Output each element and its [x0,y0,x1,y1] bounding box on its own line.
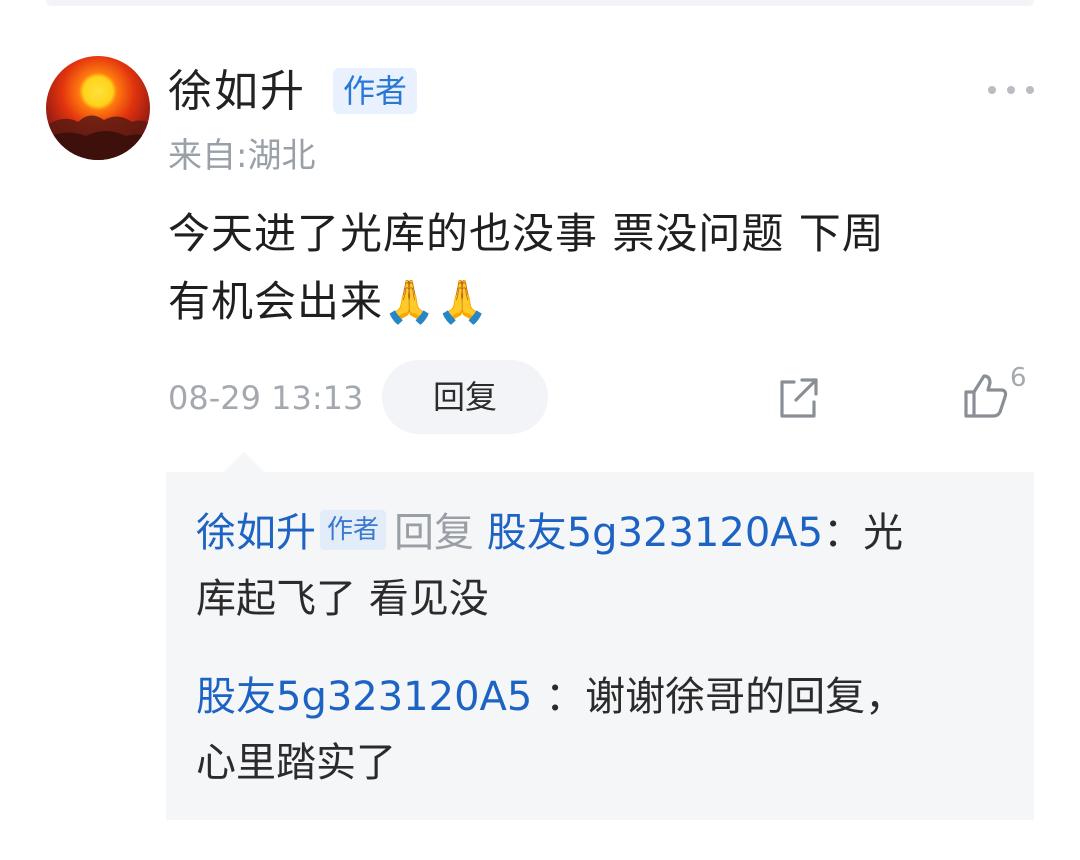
sunset-avatar-icon [46,115,150,160]
reply-target[interactable]: 股友5g323120A5 [487,510,823,556]
comment-timestamp: 08-29 13:13 [168,379,364,417]
reply-separator: ： [823,510,864,556]
reply-box-pointer [224,452,264,472]
reply-separator: ： [532,674,586,720]
comment-text: 今天进了光库的也没事 票没问题 下周 有机会出来🙏🙏 [168,200,1028,336]
reply-author[interactable]: 徐如升 [196,510,316,556]
like-count: 6 [1010,363,1027,393]
author-location: 来自:湖北 [168,136,316,176]
more-dot [1007,86,1015,94]
reply-button[interactable]: 回复 [382,360,548,434]
author-badge: 作者 [320,510,387,550]
previous-card-edge [46,0,1034,6]
reply-text: 光 [863,510,904,556]
more-icon[interactable] [988,78,1034,102]
reply-text: 谢谢徐哥的回复， [585,674,906,720]
reply-author[interactable]: 股友5g323120A5 [196,674,532,720]
reply-item[interactable]: 股友5g323120A5 ：谢谢徐哥的回复， 心里踏实了 [196,664,1006,796]
reply-text: 库起飞了 看见没 [196,576,489,622]
more-dot [1026,86,1034,94]
comment-text-line: 有机会出来🙏🙏 [168,277,490,326]
share-icon[interactable] [772,372,824,424]
reply-text: 心里踏实了 [196,740,396,786]
comment-text-line: 今天进了光库的也没事 票没问题 下周 [168,209,885,258]
reply-verb: 回复 [394,510,475,556]
author-name[interactable]: 徐如升 [168,64,306,120]
more-dot [988,86,996,94]
thumbs-up-icon[interactable] [960,370,1010,420]
author-avatar[interactable] [46,56,150,160]
reply-item[interactable]: 徐如升 作者 回复 股友5g323120A5：光 库起飞了 看见没 [196,500,1006,632]
author-badge: 作者 [333,68,418,114]
